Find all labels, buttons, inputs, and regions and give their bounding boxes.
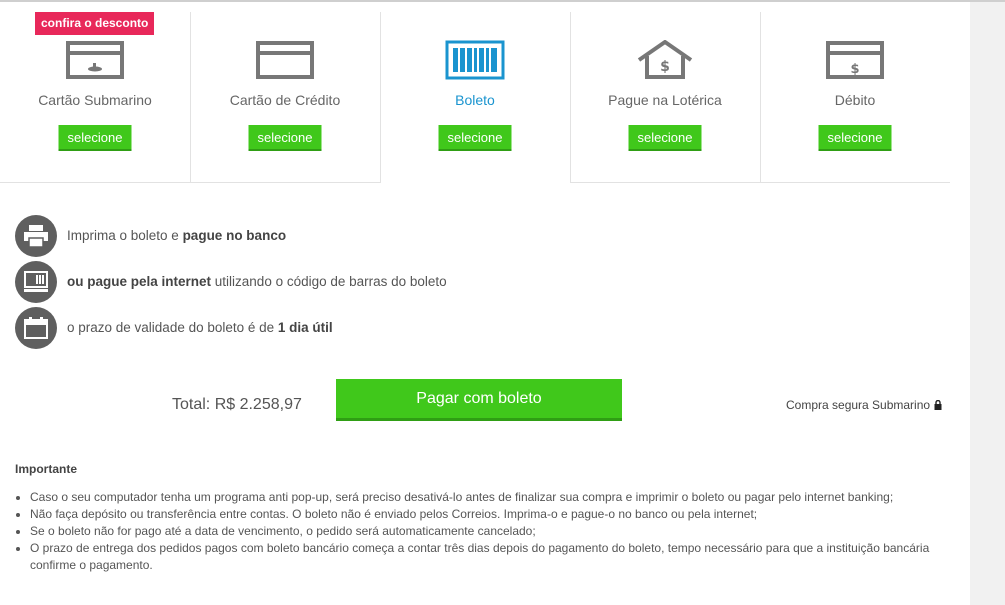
list-item: O prazo de entrega dos pedidos pagos com… xyxy=(30,540,965,574)
tab-label: Pague na Lotérica xyxy=(608,92,722,108)
debit-card-icon: $ xyxy=(826,41,884,79)
house-dollar-icon: $ xyxy=(637,40,693,79)
tabs-bottom-border xyxy=(570,182,950,183)
select-button[interactable]: selecione xyxy=(628,125,702,151)
important-list: Caso o seu computador tenha um programa … xyxy=(15,489,965,574)
select-button[interactable]: selecione xyxy=(58,125,132,151)
select-button[interactable]: selecione xyxy=(248,125,322,151)
credit-card-icon xyxy=(256,41,314,79)
info-text: o prazo de validade do boleto é de 1 dia… xyxy=(67,320,333,335)
tab-loterica[interactable]: $ Pague na Lotérica selecione xyxy=(570,12,760,183)
payment-method-tabs: Cartão Submarino selecione Cartão de Cré… xyxy=(0,12,950,183)
tab-label: Cartão de Crédito xyxy=(229,92,341,108)
select-button[interactable]: selecione xyxy=(438,125,512,151)
tab-label: Débito xyxy=(834,92,876,108)
tabs-bottom-border xyxy=(0,182,381,183)
svg-text:$: $ xyxy=(660,59,670,75)
discount-badge[interactable]: confira o desconto xyxy=(35,12,155,35)
list-item: Não faça depósito ou transferência entre… xyxy=(30,506,965,523)
select-button[interactable]: selecione xyxy=(818,125,892,151)
calendar-icon xyxy=(15,307,57,349)
info-text: ou pague pela internet utilizando o códi… xyxy=(67,274,447,289)
printer-icon xyxy=(15,215,57,257)
scroll-gutter xyxy=(970,2,1005,605)
tab-cartao-submarino[interactable]: Cartão Submarino selecione xyxy=(0,12,190,183)
order-total: Total: R$ 2.258,97 xyxy=(172,396,302,413)
tab-label: Boleto xyxy=(455,92,495,108)
tab-label: Cartão Submarino xyxy=(38,92,152,108)
tab-cartao-credito[interactable]: Cartão de Crédito selecione xyxy=(190,12,380,183)
tab-debito[interactable]: $ Débito selecione xyxy=(760,12,950,183)
top-border xyxy=(0,0,1005,2)
lock-icon xyxy=(934,400,942,410)
pay-with-boleto-button[interactable]: Pagar com boleto xyxy=(336,379,622,421)
barcode-icon xyxy=(445,40,505,80)
list-item: Se o boleto não for pago até a data de v… xyxy=(30,523,965,540)
svg-text:$: $ xyxy=(850,62,859,77)
info-text: Imprima o boleto e pague no banco xyxy=(67,228,287,243)
list-item: Caso o seu computador tenha um programa … xyxy=(30,489,965,506)
secure-purchase-label: Compra segura Submarino xyxy=(786,398,942,412)
important-title: Importante xyxy=(15,462,78,476)
computer-icon xyxy=(15,261,57,303)
submarino-card-icon xyxy=(66,41,124,79)
tab-boleto[interactable]: Boleto selecione xyxy=(380,12,570,183)
